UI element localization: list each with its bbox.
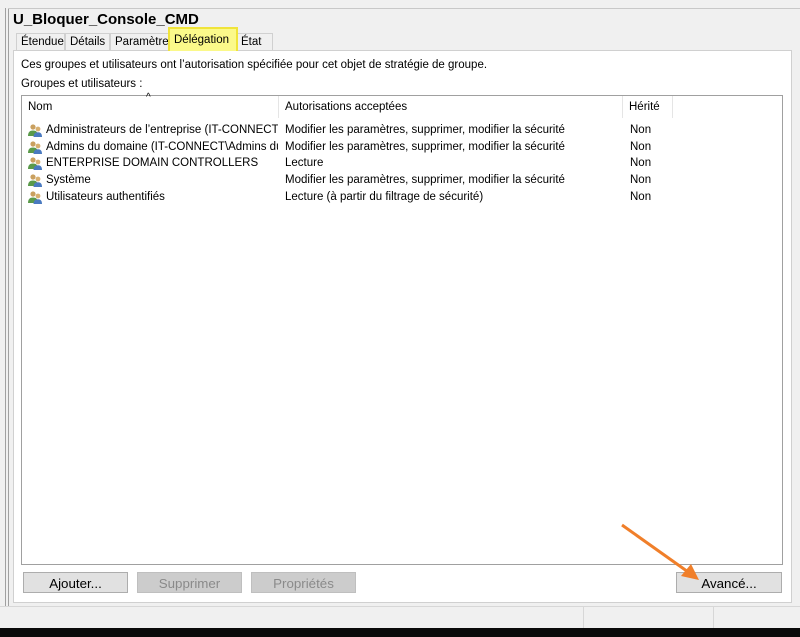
row-permissions: Modifier les paramètres, supprimer, modi… (285, 124, 565, 136)
tab-delegation[interactable]: Délégation (168, 27, 238, 51)
user-group-icon (28, 174, 42, 188)
user-group-icon (28, 191, 42, 204)
row-inherited: Non (630, 190, 652, 203)
row-name: Utilisateurs authentifiés (46, 190, 165, 203)
row-permissions: Lecture (à partir du filtrage de sécurit… (285, 190, 484, 203)
status-separator (583, 606, 584, 628)
tab-etendue[interactable]: Étendue (16, 33, 65, 50)
user-group-icon (28, 124, 42, 137)
taskbar (0, 628, 800, 637)
user-group-icon (28, 141, 42, 154)
row-inherited: Non (630, 124, 652, 136)
annotation-arrow-icon (621, 523, 699, 580)
row-permissions: Modifier les paramètres, supprimer, modi… (285, 140, 565, 153)
row-name: Admins du domaine (IT-CONNECT\Admins du … (46, 140, 278, 153)
gpo-title: U_Bloquer_Console_CMD (13, 11, 199, 28)
table-row[interactable]: ENTERPRISE DOMAIN CONTROLLERS Lecture No… (22, 155, 782, 171)
status-separator (713, 606, 714, 628)
column-header-name[interactable]: Nom ^ (22, 92, 279, 118)
top-border (8, 8, 800, 9)
groups-list[interactable]: Nom ^ Autorisations acceptées Hérité Adm… (21, 92, 783, 565)
sort-ascending-icon: ^ (146, 92, 151, 103)
tab-etat[interactable]: État (236, 33, 273, 50)
table-row[interactable]: Système Modifier les paramètres, supprim… (22, 172, 782, 188)
description-text: Ces groupes et utilisateurs ont l’autori… (21, 59, 488, 71)
groups-label: Groupes et utilisateurs : (21, 78, 143, 90)
row-inherited: Non (630, 157, 652, 170)
row-inherited: Non (630, 140, 652, 153)
user-group-icon (28, 157, 42, 171)
tab-details[interactable]: Détails (65, 33, 110, 50)
properties-button[interactable]: Propriétés (251, 572, 356, 593)
column-header-inherited[interactable]: Hérité (623, 96, 673, 118)
add-button[interactable]: Ajouter... (23, 572, 128, 593)
table-row[interactable]: Admins du domaine (IT-CONNECT\Admins du … (22, 139, 782, 155)
remove-button[interactable]: Supprimer (137, 572, 242, 593)
column-name-label: Nom (28, 101, 53, 113)
column-header-permissions[interactable]: Autorisations acceptées (279, 96, 623, 118)
tab-parametres[interactable]: Paramètres (110, 33, 174, 50)
left-border (5, 8, 9, 606)
table-row[interactable]: Utilisateurs authentifiés Lecture (à par… (22, 189, 782, 205)
table-row[interactable]: Administrateurs de l’entreprise (IT-CONN… (22, 122, 782, 138)
row-permissions: Modifier les paramètres, supprimer, modi… (285, 174, 565, 187)
row-inherited: Non (630, 174, 652, 187)
row-name: ENTERPRISE DOMAIN CONTROLLERS (46, 157, 259, 170)
row-name: Système (46, 174, 91, 187)
row-permissions: Lecture (285, 157, 324, 170)
row-name: Administrateurs de l’entreprise (IT-CONN… (46, 124, 278, 136)
status-bar (0, 606, 800, 629)
